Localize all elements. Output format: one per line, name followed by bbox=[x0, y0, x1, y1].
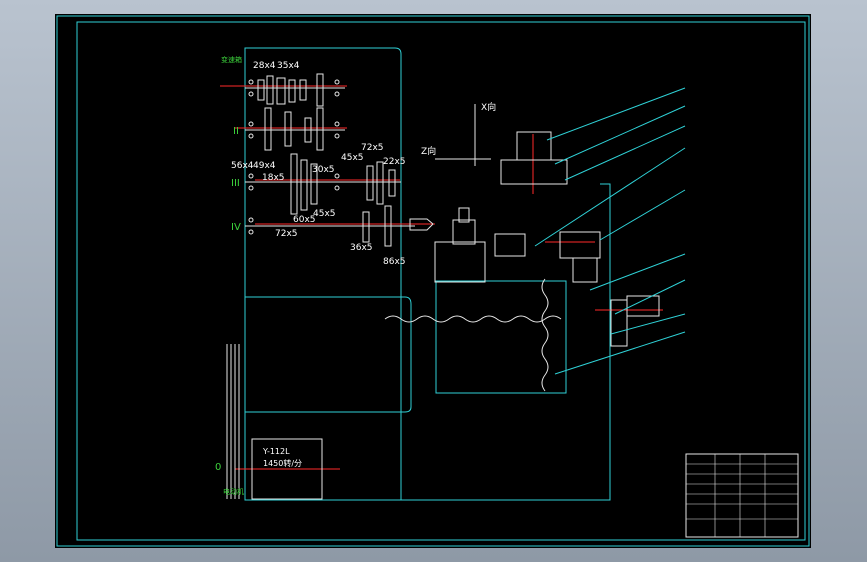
cad-drawing: 28x4 35x4 56x4 49x4 18x5 30x5 45x5 72x5 … bbox=[56, 15, 810, 547]
title-block-grid bbox=[686, 454, 798, 537]
vertical-screw bbox=[541, 278, 549, 392]
motor-model: Y-112L bbox=[262, 447, 290, 456]
drawing-sheet: 28x4 35x4 56x4 49x4 18x5 30x5 45x5 72x5 … bbox=[55, 14, 811, 548]
gear-label: 22x5 bbox=[383, 157, 406, 167]
gear-label: 30x5 bbox=[312, 165, 335, 175]
motor-speed: 1450转/分 bbox=[263, 458, 302, 468]
belt-pulley bbox=[226, 344, 240, 499]
shaft-label: III bbox=[231, 178, 240, 189]
gear-label: 18x5 bbox=[262, 173, 285, 183]
gear-label: 72x5 bbox=[361, 143, 384, 153]
title-block bbox=[685, 453, 799, 538]
outer-frame bbox=[56, 15, 810, 547]
gear-label: 49x4 bbox=[253, 161, 276, 171]
top-tag: 变速箱 bbox=[221, 55, 242, 64]
bed-outline bbox=[244, 183, 611, 501]
gear-label: 35x4 bbox=[277, 61, 300, 71]
z-direction-label: Z向 bbox=[421, 145, 436, 157]
shaft-label: II bbox=[233, 126, 239, 137]
motor-tag: 电动机 bbox=[223, 487, 244, 496]
lower-housing bbox=[244, 296, 412, 413]
gear-label: 56x4 bbox=[231, 161, 254, 171]
gear-label: 36x5 bbox=[350, 243, 373, 253]
gears bbox=[257, 73, 396, 247]
gear-label: 28x4 bbox=[253, 61, 276, 71]
gear-label: 86x5 bbox=[383, 257, 406, 267]
x-direction-label: X向 bbox=[481, 101, 496, 113]
shaft-label: 0 bbox=[215, 462, 221, 473]
tool-head bbox=[409, 131, 660, 347]
gear-label: 45x5 bbox=[313, 209, 336, 219]
shaft-label: IV bbox=[231, 222, 241, 233]
gear-label: 45x5 bbox=[341, 153, 364, 163]
gear-label: 72x5 bbox=[275, 229, 298, 239]
